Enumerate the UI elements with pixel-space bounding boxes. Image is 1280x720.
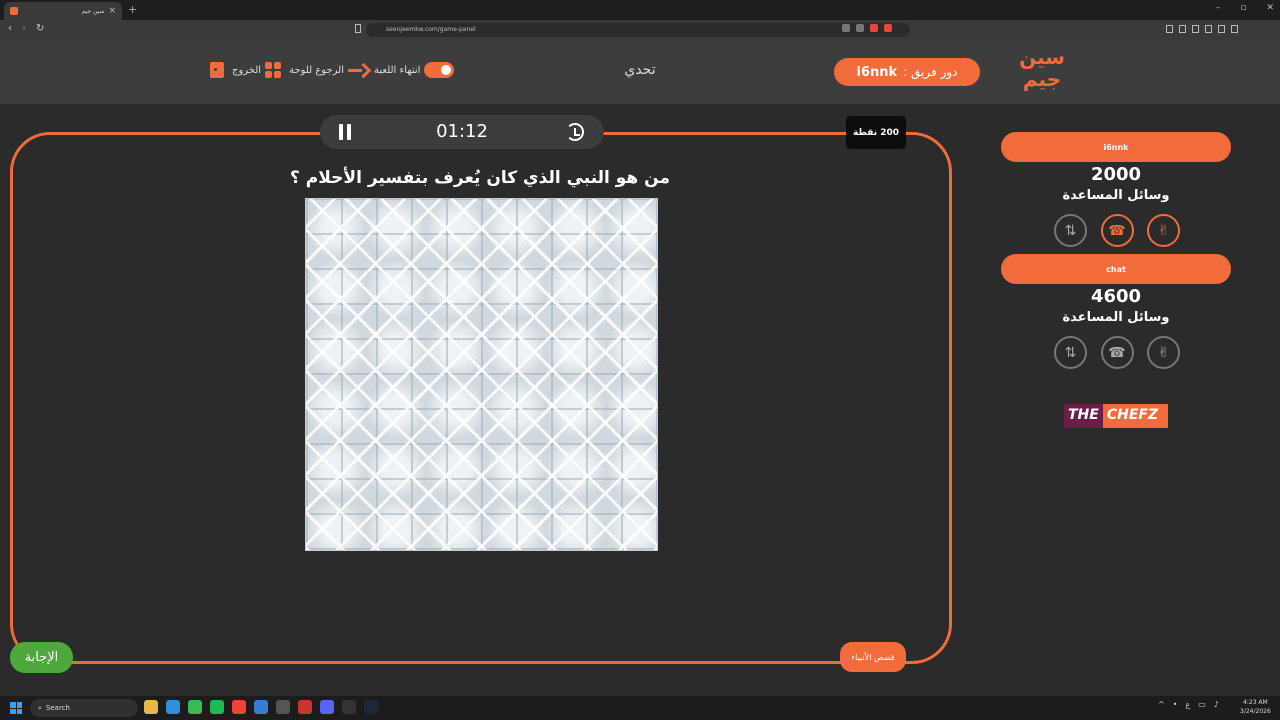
brave-icon[interactable] xyxy=(232,700,246,714)
address-bar-row: ‹ › ↻ seenjeemkw.com/game-panel xyxy=(0,20,1280,40)
url-field[interactable]: seenjeemkw.com/game-panel xyxy=(366,23,910,37)
turn-label: دور فريق : xyxy=(903,65,958,79)
store-icon[interactable] xyxy=(254,700,268,714)
edge-icon[interactable] xyxy=(166,700,180,714)
terminal-icon[interactable] xyxy=(342,700,356,714)
grid-icon xyxy=(265,62,282,78)
start-icon[interactable] xyxy=(10,702,22,714)
search-placeholder: Search xyxy=(45,704,70,712)
spotify-icon[interactable] xyxy=(210,700,224,714)
end-game-label: انتهاء اللعبة xyxy=(374,64,421,76)
mic-icon[interactable]: • xyxy=(1173,700,1178,709)
timer-value: 01:12 xyxy=(436,121,488,142)
game-header: سين جيم دور فريق : i6nnk تحدي انتهاء الل… xyxy=(0,40,1280,104)
tab-title: سين جيم xyxy=(81,7,105,15)
points-badge: 200 نقطة xyxy=(846,116,906,149)
arrow-right-icon xyxy=(348,62,366,78)
obs-icon[interactable] xyxy=(298,700,312,714)
system-tray: ^ • ع ▭ ♪ xyxy=(1158,700,1219,709)
taskbar-clock[interactable]: 4:23 AM 3/24/2026 xyxy=(1240,698,1271,716)
wallet-icon[interactable] xyxy=(1192,25,1199,33)
clock-time: 4:23 AM xyxy=(1243,699,1268,706)
team-1-aids-label: وسائل المساعدة xyxy=(1062,188,1170,203)
share-icon[interactable] xyxy=(856,24,864,32)
timer-bar: 01:12 xyxy=(320,115,604,149)
team-2-hand-icon[interactable]: ✌ xyxy=(1147,336,1180,369)
url-actions xyxy=(842,24,892,32)
clock-date: 3/24/2026 xyxy=(1240,708,1271,715)
team-2-double-call-icon[interactable]: ⇅ xyxy=(1054,336,1087,369)
translate-icon[interactable] xyxy=(842,24,850,32)
team-1-hand-icon[interactable]: ✌ xyxy=(1147,214,1180,247)
browser-tab[interactable]: سين جيم × xyxy=(4,2,122,20)
menu-icon[interactable] xyxy=(1231,25,1238,33)
taskbar-search[interactable]: ⌕ Search xyxy=(30,699,138,717)
forward-icon[interactable]: › xyxy=(22,23,26,34)
team-2-name: chat xyxy=(1001,254,1231,284)
sidebar-icon[interactable] xyxy=(1166,25,1173,33)
window-controls: – ▫ ✕ xyxy=(1216,3,1274,13)
back-to-board-label: الرجوع للوحة xyxy=(289,64,344,76)
file-explorer-icon[interactable] xyxy=(144,700,158,714)
discord-icon[interactable] xyxy=(320,700,334,714)
bookmark-icon[interactable] xyxy=(355,24,361,33)
extensions-icon[interactable] xyxy=(1179,25,1186,33)
leo-icon[interactable] xyxy=(1218,25,1225,33)
new-tab-button[interactable]: + xyxy=(128,3,137,16)
tab-close-icon[interactable]: × xyxy=(108,6,116,16)
team-turn-badge: دور فريق : i6nnk xyxy=(834,58,980,86)
network-icon[interactable]: ▭ xyxy=(1198,700,1206,709)
app-icon[interactable] xyxy=(276,700,290,714)
question-text: من هو النبي الذي كان يُعرف بتفسير الأحلا… xyxy=(290,168,670,188)
brave-shields-icon[interactable] xyxy=(870,24,878,32)
vpn-icon[interactable] xyxy=(1205,25,1212,33)
language-icon[interactable]: ع xyxy=(1185,700,1190,709)
team-2-score: 4600 xyxy=(1090,286,1142,307)
exit-label: الخروج xyxy=(232,64,262,76)
back-to-board-control[interactable]: الرجوع للوحة xyxy=(289,62,366,78)
toolbar-extensions xyxy=(1166,25,1238,33)
exit-control[interactable] xyxy=(210,62,224,78)
site-logo[interactable]: سين جيم xyxy=(1014,46,1070,98)
team-2-aids: ⇅ ☎ ✌ xyxy=(1054,336,1180,369)
end-game-control[interactable]: انتهاء اللعبة xyxy=(374,62,455,78)
team-1-phone-icon[interactable]: ☎ xyxy=(1100,214,1134,247)
reload-icon[interactable]: ↻ xyxy=(36,23,44,34)
team-1-name: i6nnk xyxy=(1001,132,1231,162)
sponsor-part2: CHEFZ xyxy=(1102,404,1168,428)
browser-tabstrip: سين جيم × + – ▫ ✕ xyxy=(0,0,1280,20)
game-panel-page: سين جيم دور فريق : i6nnk تحدي انتهاء الل… xyxy=(0,40,1280,696)
back-icon[interactable]: ‹ xyxy=(8,23,12,34)
sponsor-part1: THE xyxy=(1064,404,1103,428)
board-control[interactable]: الخروج xyxy=(232,62,282,78)
reset-timer-icon[interactable] xyxy=(566,123,584,141)
taskbar-apps xyxy=(144,700,378,714)
category-badge: قصص الأنبياء xyxy=(840,642,906,672)
close-window-button[interactable]: ✕ xyxy=(1266,3,1274,13)
search-icon: ⌕ xyxy=(38,703,42,712)
tray-chevron-icon[interactable]: ^ xyxy=(1158,700,1165,709)
team-1-aids: ⇅ ☎ ✌ xyxy=(1054,214,1180,247)
site-favicon-icon xyxy=(10,7,18,15)
question-image xyxy=(305,198,658,551)
challenge-title: تحدي xyxy=(624,62,656,78)
minimize-button[interactable]: – xyxy=(1216,3,1221,13)
maximize-button[interactable]: ▫ xyxy=(1240,3,1246,13)
exit-door-icon xyxy=(210,62,224,78)
brave-rewards-icon[interactable] xyxy=(884,24,892,32)
steam-icon[interactable] xyxy=(364,700,378,714)
windows-taskbar: ⌕ Search ^ • ع ▭ ♪ 4:23 AM 3/24/2026 xyxy=(0,696,1280,720)
team-2-aids-label: وسائل المساعدة xyxy=(1062,310,1170,325)
chrome-icon[interactable] xyxy=(188,700,202,714)
sponsor-logo[interactable]: THE CHEFZ xyxy=(1064,404,1168,428)
team-1-score: 2000 xyxy=(1090,164,1142,185)
end-game-toggle[interactable] xyxy=(424,62,455,78)
turn-team-name: i6nnk xyxy=(856,64,898,80)
team-1-double-call-icon[interactable]: ⇅ xyxy=(1054,214,1087,247)
team-2-phone-icon[interactable]: ☎ xyxy=(1100,336,1134,369)
volume-icon[interactable]: ♪ xyxy=(1214,700,1219,709)
answer-button[interactable]: الإجابة xyxy=(10,642,73,673)
game-controls: انتهاء اللعبة الرجوع للوحة الخروج xyxy=(210,62,455,78)
